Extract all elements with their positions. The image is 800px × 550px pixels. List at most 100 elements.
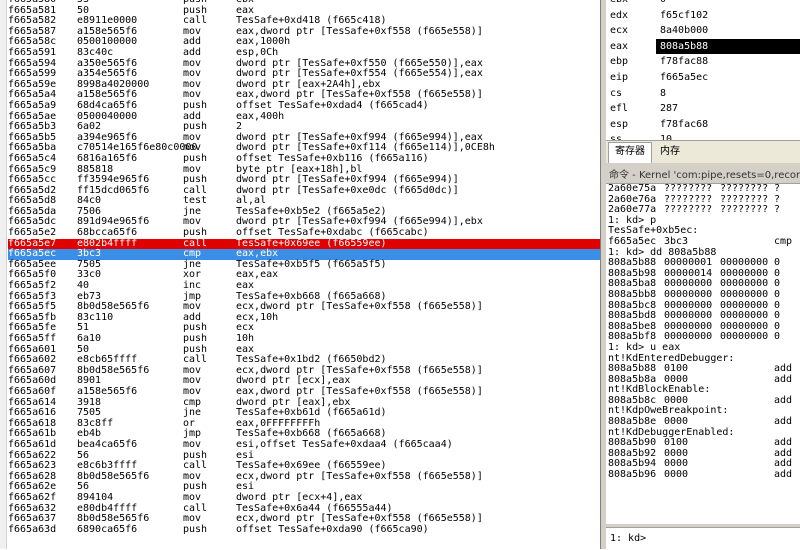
register-name: ebp: [610, 56, 629, 68]
command-input[interactable]: [648, 531, 800, 548]
command-output-cell: 00000000: [720, 331, 769, 343]
command-output-cell: ?: [774, 204, 781, 216]
disasm-mnemonic: push: [183, 152, 208, 164]
command-output-cell: add: [774, 416, 793, 428]
register-value[interactable]: 8a40b000: [656, 23, 800, 39]
register-value[interactable]: 0: [656, 0, 800, 8]
register-row-eax[interactable]: eax 808a5b88: [606, 38, 800, 55]
register-name: eip: [610, 72, 629, 83]
tab-registers[interactable]: 寄存器: [608, 142, 652, 163]
disasm-address: f665a60f: [8, 385, 57, 397]
register-value[interactable]: 808a5b88: [656, 38, 800, 55]
register-row-ebx[interactable]: ebx 0: [606, 0, 800, 8]
register-value[interactable]: f78fac68: [656, 117, 800, 133]
command-output-cell: ?: [774, 184, 781, 194]
register-row-eip[interactable]: eip f665a5ec: [606, 70, 800, 86]
disassembly-window[interactable]: f665a58053pushebxf665a58150pusheaxf665a5…: [0, 0, 601, 549]
disasm-line[interactable]: f665a5f0 33c0 xor eax,eax: [8, 270, 600, 281]
register-name: eax: [610, 40, 629, 52]
command-output-cell: add: [774, 373, 793, 385]
disasm-bytes: 894104: [77, 491, 114, 503]
register-value[interactable]: f78fac88: [656, 54, 800, 70]
command-output-cell: 00000000: [664, 288, 713, 300]
disasm-operands: esp,0Ch: [236, 46, 279, 58]
command-output-cell: 1: kd> u eax: [608, 341, 681, 353]
registers-window[interactable]: ebx0edxf65cf102ecx8a40b000eax808a5b88ebp…: [606, 0, 800, 140]
register-row-ecx[interactable]: ecx 8a40b000: [606, 23, 800, 39]
command-prompt: 1: kd>: [610, 533, 647, 544]
disasm-line[interactable]: f665a60f a158e565f6 mov eax,dword ptr [TesS…: [8, 385, 600, 398]
disasm-line[interactable]: f665a62f 894104 mov dword ptr [ecx+4],eax: [8, 491, 600, 504]
disasm-operands: offset TesSafe+0xdad4 (f665cad4): [236, 99, 429, 111]
disasm-address: f665a5c4: [8, 152, 57, 164]
disasm-bytes: 6a10: [77, 333, 102, 344]
command-output[interactable]: 2a60e75a????????????????? 2a60e76a???????…: [606, 184, 800, 524]
disasm-line[interactable]: f665a591 83c40c add esp,0Ch: [8, 46, 600, 59]
register-value[interactable]: f65cf102: [656, 8, 800, 24]
register-value[interactable]: f665a5ec: [656, 70, 800, 86]
command-input-bar: 1: kd>: [606, 527, 800, 550]
command-output-cell: 3bc3: [664, 235, 689, 247]
disasm-mnemonic: push: [183, 523, 208, 535]
tab-bar: 寄存器 内存: [606, 140, 800, 164]
register-value[interactable]: 10: [656, 132, 800, 140]
disasm-bytes: 83c40c: [77, 46, 114, 58]
command-output-cell: add: [774, 469, 793, 481]
disasm-mnemonic: add: [183, 46, 202, 58]
command-window-title: 命令 - Kernel 'com:pipe,resets=0,reconne: [606, 163, 800, 184]
register-name: efl: [610, 103, 629, 115]
disasm-address: f665a63d: [8, 523, 57, 535]
disasm-operands: offset TesSafe+0xb116 (f665a116): [236, 152, 429, 164]
command-output-cell: 808a5b96: [608, 469, 657, 481]
tab-memory[interactable]: 内存: [654, 143, 686, 161]
register-row-ebp[interactable]: ebp f78fac88: [606, 54, 800, 70]
disasm-address: f665a5a9: [8, 99, 57, 111]
disasm-operands: dword ptr [ecx+4],eax: [236, 491, 363, 503]
disasm-operands: eax,dword ptr [TesSafe+0xf558 (f665e558)…: [236, 385, 483, 397]
register-value[interactable]: 8: [656, 86, 800, 102]
disasm-bytes: 6890ca65f6: [77, 523, 138, 535]
disassembly-gutter[interactable]: [0, 0, 7, 549]
disasm-operands: eax,400h: [236, 110, 285, 122]
disasm-address: f665a62f: [8, 491, 57, 503]
register-name: ecx: [610, 25, 629, 37]
disasm-line[interactable]: f665a5ff 6a10 push 10h: [8, 333, 600, 345]
command-output-cell: cmp: [774, 235, 793, 247]
disasm-mnemonic: mov: [183, 491, 202, 503]
disasm-line[interactable]: f665a628 8b0d58e565f6 mov ecx,dword ptr [Te…: [8, 470, 600, 483]
command-output-cell: 2a60e75a: [608, 184, 657, 194]
disasm-address: f665a591: [8, 46, 57, 58]
disasm-operands: 10h: [236, 333, 255, 344]
disasm-operands: esi,offset TesSafe+0xdaa4 (f665caa4): [236, 438, 453, 450]
disasm-line[interactable]: f665a5c4 6816a165f6 push offset TesSafe+0xb…: [8, 152, 600, 165]
register-name: edx: [610, 9, 629, 21]
register-row-efl[interactable]: efl 287: [606, 101, 800, 117]
disasm-mnemonic: push: [183, 333, 208, 344]
disasm-operands: dword ptr [TesSafe+0xe0dc (f665d0dc)]: [236, 184, 459, 196]
command-output-cell: ????????: [720, 204, 769, 216]
register-row-esp[interactable]: esp f78fac68: [606, 117, 800, 133]
disasm-address: f665a5ff: [8, 333, 57, 344]
register-name: esp: [610, 118, 629, 130]
register-row-edx[interactable]: edx f65cf102: [606, 8, 800, 24]
disasm-bytes: bea4ca65f6: [77, 438, 138, 450]
register-value[interactable]: 287: [656, 101, 800, 117]
command-output-cell: 00000000: [720, 288, 769, 300]
register-row-cs[interactable]: cs 8: [606, 86, 800, 102]
disasm-line[interactable]: f665a5fb 83c110 add ecx,10h: [8, 312, 600, 324]
disasm-mnemonic: push: [183, 99, 208, 111]
register-name: cs: [610, 87, 623, 99]
command-output-cell: 0: [774, 288, 781, 300]
register-row-ss[interactable]: ss 10: [606, 132, 800, 140]
register-name: ebx: [610, 0, 650, 5]
command-output-cell: ????????: [720, 184, 769, 194]
disasm-operands: ecx,dword ptr [TesSafe+0xf558 (f665e558)…: [236, 470, 483, 482]
disasm-line[interactable]: f665a61d bea4ca65f6 mov esi,offset TesSafe+…: [8, 438, 600, 451]
disasm-line[interactable]: f665a5a9 68d4ca65f6 push offset TesSafe+0xd…: [8, 99, 600, 112]
command-output-cell: 0: [774, 331, 781, 343]
disasm-address: f665a61d: [8, 438, 57, 450]
command-output-cell: ????????: [664, 204, 713, 216]
disasm-mnemonic: mov: [183, 385, 202, 397]
disasm-line[interactable]: f665a63d 6890ca65f6 push offset TesSafe+0xd…: [8, 523, 600, 536]
disasm-bytes: 68d4ca65f6: [77, 99, 138, 111]
